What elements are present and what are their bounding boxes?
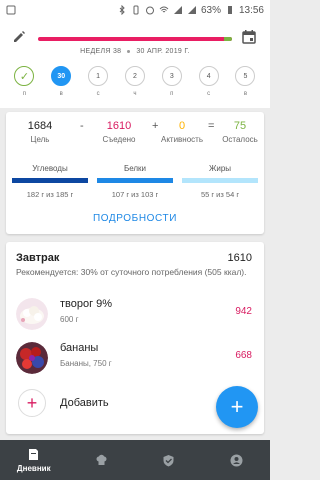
remaining-label: Осталось <box>222 135 258 144</box>
day-letter: ч <box>133 91 137 97</box>
day-2[interactable]: 1с <box>85 60 111 108</box>
chef-hat-icon <box>96 454 107 465</box>
macro-fat-name: Жиры <box>208 164 232 173</box>
signal-icon <box>173 6 182 14</box>
macro-protein-value: 107 г из 103 г <box>111 190 159 199</box>
eaten-value: 1610 <box>106 120 132 132</box>
food-name: бананы <box>60 342 99 354</box>
food-item[interactable]: бананы Бананы, 750 г 668 <box>6 338 264 378</box>
day-6[interactable]: 5в <box>232 60 258 108</box>
profile-icon <box>230 454 243 466</box>
food-kcal: 668 <box>235 350 252 361</box>
goal-value: 1684 <box>27 120 53 132</box>
remaining-block: 75 Осталось <box>220 120 260 144</box>
remaining-value: 75 <box>233 120 247 132</box>
shield-check-icon <box>163 454 174 466</box>
current-date: 30 АПР. 2019 Г. <box>136 48 190 55</box>
day-number: 4 <box>198 66 219 86</box>
day-number: 2 <box>124 66 145 86</box>
status-time: 13:56 <box>238 4 264 16</box>
macro-protein: Белки 107 г из 103 г <box>97 164 173 199</box>
battery-icon <box>227 6 232 14</box>
equals-sign: = <box>208 120 215 132</box>
food-kcal: 942 <box>235 306 252 317</box>
vibrate-icon <box>133 5 139 15</box>
day-3[interactable]: 2ч <box>122 60 148 108</box>
separator-dot <box>127 49 131 53</box>
macro-fat-value: 55 г из 54 г <box>200 190 240 199</box>
status-bar: 63% 13:56 <box>0 0 270 20</box>
week-date-line: НЕДЕЛЯ 38 30 АПР. 2019 Г. <box>0 48 270 55</box>
food-item[interactable]: творог 9% 600 г 942 <box>6 294 264 334</box>
day-letter: п <box>22 91 27 97</box>
meal-title: Завтрак <box>16 252 60 264</box>
day-number: 1 <box>88 66 109 86</box>
eaten-label: Съедено <box>102 135 136 144</box>
food-amount: 600 г <box>60 315 79 324</box>
bananas-image <box>16 342 48 374</box>
alarm-icon <box>145 6 154 15</box>
bottom-navigation: Дневник <box>0 440 270 480</box>
header: НЕДЕЛЯ 38 30 АПР. 2019 Г. <box>0 20 270 60</box>
macro-fat: Жиры 55 г из 54 г <box>182 164 258 199</box>
day-letter: п <box>170 91 174 97</box>
cottage-cheese-image <box>16 298 48 330</box>
day-letter: с <box>96 91 100 97</box>
goal-label: Цель <box>30 135 50 144</box>
bluetooth-icon <box>119 5 125 15</box>
minus-sign: - <box>80 120 84 132</box>
macro-protein-bar <box>97 178 173 183</box>
calendar-icon[interactable] <box>242 29 256 44</box>
day-letter: с <box>207 91 211 97</box>
nav-profile[interactable] <box>203 440 271 480</box>
day-5[interactable]: 4с <box>196 60 222 108</box>
meal-total-kcal: 1610 <box>227 252 252 264</box>
day-0[interactable]: ✓ п <box>11 60 37 108</box>
add-fab-button[interactable]: + <box>216 386 258 428</box>
day-check-icon: ✓ <box>14 66 35 86</box>
day-4[interactable]: 3п <box>159 60 185 108</box>
nav-plans[interactable] <box>135 440 203 480</box>
meal-recommendation: Рекомендуется: 30% от суточного потребле… <box>16 267 247 277</box>
macro-carbs-name: Углеводы <box>32 164 68 173</box>
add-food-label: Добавить <box>60 397 109 409</box>
day-1[interactable]: 30 в <box>48 60 74 108</box>
screen: 63% 13:56 НЕДЕЛЯ 38 30 АПР. 2019 Г. ✓ п 30 в… <box>0 0 270 480</box>
goal-block: 1684 Цель <box>20 120 60 144</box>
calorie-equation: 1684 Цель - 1610 Съедено + 0 Активность … <box>6 120 264 148</box>
macros-row: Углеводы 182 г из 185 г Белки 107 г из 1… <box>12 164 258 199</box>
day-number: 3 <box>161 66 182 86</box>
day-letter: в <box>59 91 63 97</box>
macro-carbs-value: 182 г из 185 г <box>26 190 74 199</box>
macro-carbs: Углеводы 182 г из 185 г <box>12 164 88 199</box>
food-name: творог 9% <box>60 298 113 310</box>
calorie-progress-remaining <box>224 37 232 41</box>
signal-icon-2 <box>187 6 196 14</box>
notification-icon <box>6 5 16 15</box>
calorie-summary-card: 1684 Цель - 1610 Съедено + 0 Активность … <box>6 112 264 234</box>
activity-block: 0 Активность <box>158 120 206 144</box>
calorie-progress-bar <box>38 37 232 41</box>
day-number: 5 <box>235 66 256 86</box>
activity-value: 0 <box>178 120 186 132</box>
nav-recipes[interactable] <box>68 440 136 480</box>
wifi-icon <box>159 6 169 13</box>
week-days-row: ✓ п 30 в 1 с 2 ч 3 п 4 с 5 в <box>0 60 270 108</box>
details-button[interactable]: ПОДРОБНОСТИ <box>6 213 264 224</box>
day-letter: в <box>243 91 248 97</box>
edit-pencil-icon[interactable] <box>12 30 26 44</box>
diary-icon <box>29 448 39 460</box>
eaten-block: 1610 Съедено <box>98 120 140 144</box>
activity-label: Активность <box>160 135 203 144</box>
macro-carbs-bar <box>12 178 88 183</box>
add-icon[interactable]: + <box>18 389 46 417</box>
food-amount: Бананы, 750 г <box>60 359 112 368</box>
nav-diary[interactable]: Дневник <box>0 440 68 480</box>
macro-protein-name: Белки <box>123 164 147 173</box>
week-number: НЕДЕЛЯ 38 <box>80 48 122 55</box>
battery-percent: 63% <box>200 4 221 16</box>
day-number: 30 <box>51 66 72 86</box>
macro-fat-bar <box>182 178 258 183</box>
nav-diary-label: Дневник <box>16 463 51 473</box>
